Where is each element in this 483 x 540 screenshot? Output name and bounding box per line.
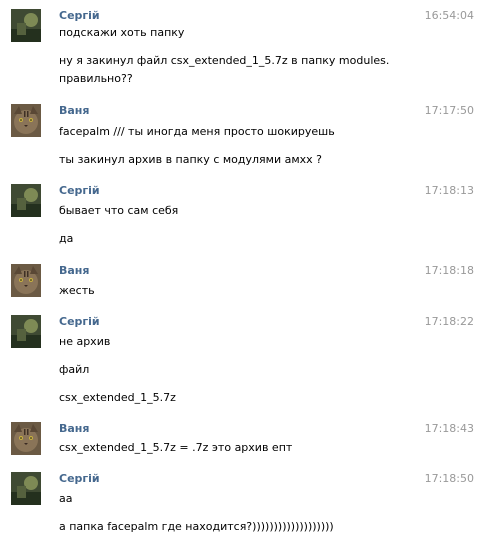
avatar[interactable] <box>11 9 41 42</box>
author-name[interactable]: Сергій <box>59 315 100 328</box>
message-text: да <box>59 232 74 245</box>
message-text: жесть <box>59 284 95 297</box>
author-name[interactable]: Сергій <box>59 184 100 197</box>
vanya-cat-avatar-image <box>11 422 41 455</box>
message-text: бывает что сам себя <box>59 204 179 217</box>
message-text: правильно?? <box>59 72 133 85</box>
avatar[interactable] <box>11 315 41 348</box>
sergii-avatar-image <box>11 472 41 505</box>
avatar[interactable] <box>11 184 41 217</box>
timestamp: 17:18:50 <box>424 472 474 485</box>
vanya-cat-avatar-image <box>11 264 41 297</box>
avatar[interactable] <box>11 104 41 137</box>
author-name[interactable]: Ваня <box>59 422 89 435</box>
message-text: csx_extended_1_5.7z <box>59 391 176 404</box>
sergii-avatar-image <box>11 9 41 42</box>
message-text: а папка facepalm где находится?)))))))))… <box>59 520 334 533</box>
vanya-cat-avatar-image <box>11 104 41 137</box>
avatar[interactable] <box>11 422 41 455</box>
avatar[interactable] <box>11 472 41 505</box>
author-name[interactable]: Сергій <box>59 472 100 485</box>
author-name[interactable]: Сергій <box>59 9 100 22</box>
message-text: аа <box>59 492 73 505</box>
timestamp: 16:54:04 <box>424 9 474 22</box>
sergii-avatar-image <box>11 184 41 217</box>
message-text: не архив <box>59 335 111 348</box>
author-name[interactable]: Ваня <box>59 264 89 277</box>
timestamp: 17:18:22 <box>424 315 474 328</box>
timestamp: 17:17:50 <box>424 104 474 117</box>
message-text: csx_extended_1_5.7z = .7z это архив епт <box>59 441 293 454</box>
avatar[interactable] <box>11 264 41 297</box>
author-name[interactable]: Ваня <box>59 104 89 117</box>
timestamp: 17:18:13 <box>424 184 474 197</box>
message-text: ты закинул архив в папку с модулями амхх… <box>59 153 322 166</box>
timestamp: 17:18:18 <box>424 264 474 277</box>
message-text: подскажи хоть папку <box>59 26 185 39</box>
sergii-avatar-image <box>11 315 41 348</box>
message-text: facepalm /// ты иногда меня просто шокир… <box>59 125 335 138</box>
message-text: файл <box>59 363 90 376</box>
message-text: ну я закинул файл csx_extended_1_5.7z в … <box>59 54 390 67</box>
timestamp: 17:18:43 <box>424 422 474 435</box>
